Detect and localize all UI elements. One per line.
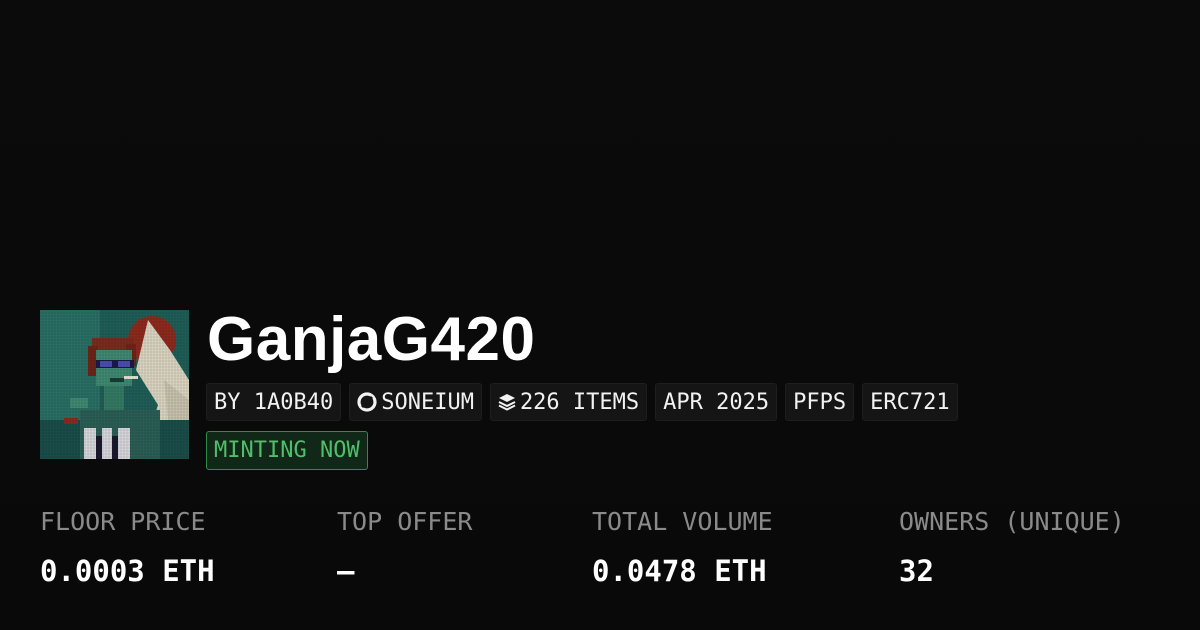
collection-avatar[interactable] — [40, 310, 189, 459]
owners-label: OWNERS (UNIQUE) — [899, 507, 1125, 536]
total-volume-value: 0.0478 ETH — [592, 554, 767, 588]
date-tag-label: APR 2025 — [663, 389, 770, 415]
collection-title: GanjaG420 — [207, 305, 536, 374]
items-tag-label: 226 ITEMS — [519, 389, 640, 415]
total-volume-label: TOTAL VOLUME — [592, 507, 773, 536]
standard-tag-label: ERC721 — [870, 389, 950, 415]
top-offer-label: TOP OFFER — [337, 507, 473, 536]
collection-card: GanjaG420 BY 1A0B40 SONEIUM 226 ITEMS AP… — [0, 0, 1200, 630]
creator-tag[interactable]: BY 1A0B40 — [206, 383, 342, 421]
owners-value: 32 — [899, 554, 934, 588]
floor-price-label: FLOOR PRICE — [40, 507, 206, 536]
minting-status-badge: MINTING NOW — [206, 431, 368, 470]
category-tag[interactable]: PFPS — [785, 383, 855, 421]
total-volume-stat: TOTAL VOLUME 0.0478 ETH — [592, 505, 773, 588]
layers-icon — [498, 393, 516, 411]
floor-price-stat: FLOOR PRICE 0.0003 ETH — [40, 505, 215, 588]
date-tag: APR 2025 — [655, 383, 778, 421]
pixel-art-avatar-image — [40, 310, 189, 459]
category-tag-label: PFPS — [793, 389, 847, 415]
owners-stat: OWNERS (UNIQUE) 32 — [899, 505, 1125, 588]
chain-tag[interactable]: SONEIUM — [349, 383, 482, 421]
chain-tag-label: SONEIUM — [381, 389, 474, 415]
items-tag[interactable]: 226 ITEMS — [489, 383, 648, 421]
floor-price-value: 0.0003 ETH — [40, 554, 215, 588]
standard-tag: ERC721 — [862, 383, 958, 421]
collection-tags: BY 1A0B40 SONEIUM 226 ITEMS APR 2025 PFP… — [206, 383, 958, 421]
top-offer-value: — — [337, 554, 355, 588]
soneium-logo-icon — [357, 392, 377, 412]
top-offer-stat: TOP OFFER — — [337, 505, 472, 588]
creator-tag-label: BY 1A0B40 — [214, 389, 334, 415]
